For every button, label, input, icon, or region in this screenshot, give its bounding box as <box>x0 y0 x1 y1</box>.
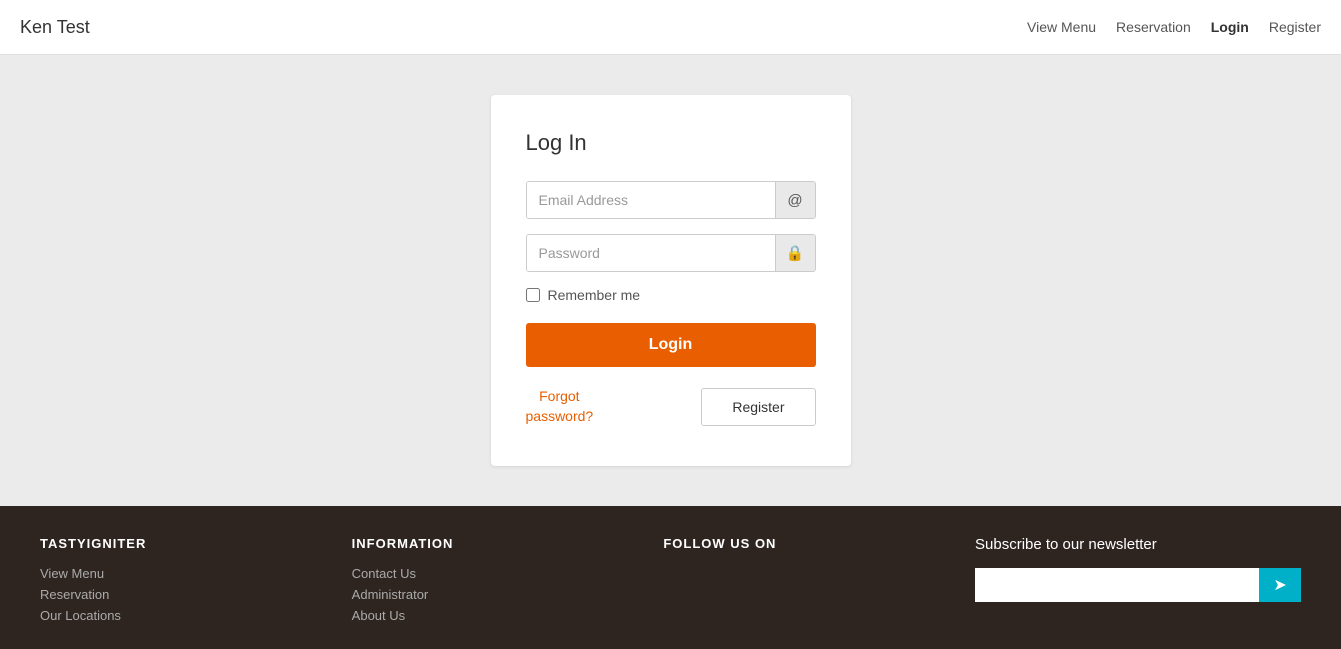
footer-reservation[interactable]: Reservation <box>40 587 312 602</box>
nav-login[interactable]: Login <box>1211 19 1249 35</box>
newsletter-title: Subscribe to our newsletter <box>975 536 1301 553</box>
footer-about-us[interactable]: About Us <box>352 608 624 623</box>
footer-col3-title: FOLLOW US ON <box>663 536 935 551</box>
footer-col-follow: FOLLOW US ON <box>663 536 935 629</box>
login-title: Log In <box>526 130 816 156</box>
nav-view-menu[interactable]: View Menu <box>1027 19 1096 35</box>
register-button[interactable]: Register <box>701 388 815 426</box>
footer: TASTYIGNITER View Menu Reservation Our L… <box>0 506 1341 649</box>
forgot-password-link[interactable]: Forgotpassword? <box>526 387 594 426</box>
email-input-group: @ <box>526 181 816 219</box>
header-nav: View Menu Reservation Login Register <box>1027 19 1321 35</box>
main-content: Log In @ 🔒 Remember me Login Forgotpassw… <box>0 55 1341 506</box>
footer-col2-title: INFORMATION <box>352 536 624 551</box>
header: Ken Test View Menu Reservation Login Reg… <box>0 0 1341 55</box>
bottom-actions: Forgotpassword? Register <box>526 387 816 426</box>
nav-reservation[interactable]: Reservation <box>1116 19 1191 35</box>
footer-col-newsletter: Subscribe to our newsletter ➤ <box>975 536 1301 629</box>
newsletter-input[interactable] <box>975 568 1259 602</box>
send-icon: ➤ <box>1273 575 1286 595</box>
login-button[interactable]: Login <box>526 323 816 367</box>
remember-me-text: Remember me <box>548 287 641 303</box>
footer-our-locations[interactable]: Our Locations <box>40 608 312 623</box>
footer-col-information: INFORMATION Contact Us Administrator Abo… <box>352 536 624 629</box>
remember-me-label[interactable]: Remember me <box>526 287 816 303</box>
logo[interactable]: Ken Test <box>20 17 90 38</box>
password-input[interactable] <box>527 235 775 271</box>
footer-administrator[interactable]: Administrator <box>352 587 624 602</box>
footer-view-menu[interactable]: View Menu <box>40 566 312 581</box>
remember-me-checkbox[interactable] <box>526 288 540 302</box>
login-card: Log In @ 🔒 Remember me Login Forgotpassw… <box>491 95 851 466</box>
newsletter-form: ➤ <box>975 568 1301 602</box>
nav-register[interactable]: Register <box>1269 19 1321 35</box>
email-icon: @ <box>775 182 815 218</box>
footer-col1-title: TASTYIGNITER <box>40 536 312 551</box>
footer-contact-us[interactable]: Contact Us <box>352 566 624 581</box>
password-input-group: 🔒 <box>526 234 816 272</box>
email-input[interactable] <box>527 182 775 218</box>
newsletter-submit-button[interactable]: ➤ <box>1259 568 1301 602</box>
lock-icon: 🔒 <box>775 235 815 271</box>
footer-col-tastyigniter: TASTYIGNITER View Menu Reservation Our L… <box>40 536 312 629</box>
